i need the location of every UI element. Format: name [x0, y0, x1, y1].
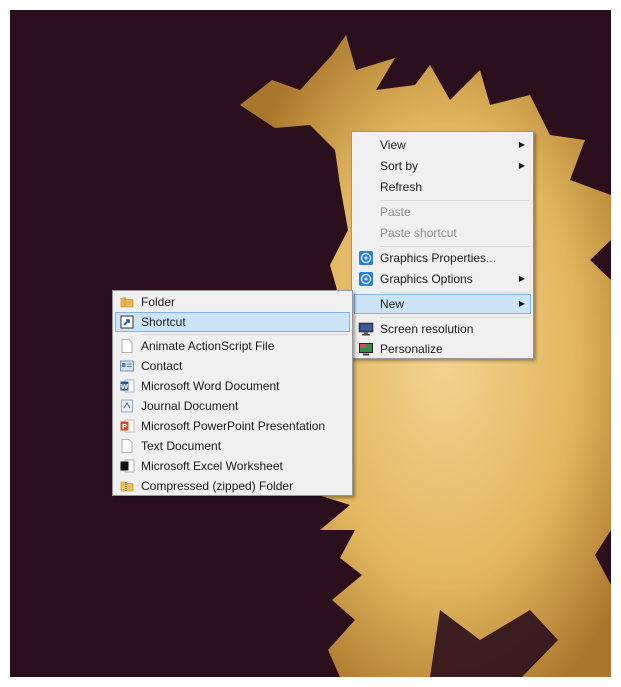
menu-item-label: Microsoft PowerPoint Presentation: [141, 419, 326, 433]
new-item-compressed-folder[interactable]: Compressed (zipped) Folder: [115, 476, 350, 496]
menu-item-personalize[interactable]: Personalize: [354, 339, 531, 359]
menu-item-label: Sort by: [380, 159, 419, 173]
menu-item-label: Contact: [141, 359, 183, 373]
new-item-journal-document[interactable]: Journal Document: [115, 396, 350, 416]
menu-item-label: Refresh: [380, 180, 423, 194]
desktop[interactable]: View ▶ Sort by ▶ Refresh Paste Paste sho…: [10, 10, 611, 677]
menu-separator: [380, 317, 529, 318]
powerpoint-icon: P: [120, 419, 135, 433]
menu-separator: [141, 334, 348, 335]
excel-icon: [120, 459, 135, 473]
folder-icon: [120, 297, 134, 308]
menu-item-label: Compressed (zipped) Folder: [141, 479, 294, 493]
menu-item-label: Screen resolution: [380, 322, 474, 336]
menu-item-graphics-options[interactable]: Graphics Options ▶: [354, 269, 531, 289]
intel-graphics-icon: [359, 272, 373, 286]
menu-item-label: Graphics Options: [380, 272, 473, 286]
submenu-arrow-icon: ▶: [518, 161, 525, 170]
submenu-arrow-icon: ▶: [518, 140, 525, 149]
monitor-icon: [358, 322, 374, 336]
menu-item-new[interactable]: New ▶: [354, 294, 531, 314]
desktop-context-menu: View ▶ Sort by ▶ Refresh Paste Paste sho…: [351, 131, 534, 359]
menu-item-label: Paste: [380, 205, 411, 219]
svg-text:W: W: [121, 383, 129, 391]
menu-item-label: Shortcut: [141, 315, 186, 329]
menu-item-paste[interactable]: Paste: [354, 202, 531, 222]
menu-item-label: Microsoft Excel Worksheet: [141, 459, 283, 473]
word-doc-icon: W: [120, 379, 135, 393]
menu-item-label: Paste shortcut: [380, 226, 457, 240]
menu-item-graphics-properties[interactable]: Graphics Properties...: [354, 248, 531, 268]
menu-separator: [380, 292, 529, 293]
menu-separator: [380, 200, 529, 201]
blank-file-icon: [121, 339, 133, 353]
new-item-animate-actionscript[interactable]: Animate ActionScript File: [115, 336, 350, 356]
submenu-arrow-icon: ▶: [518, 274, 525, 283]
new-item-folder[interactable]: Folder: [115, 292, 350, 312]
menu-item-screen-resolution[interactable]: Screen resolution: [354, 319, 531, 339]
menu-item-label: Graphics Properties...: [380, 251, 497, 265]
new-item-text-document[interactable]: Text Document: [115, 436, 350, 456]
menu-item-label: Journal Document: [141, 399, 239, 413]
menu-item-label: Text Document: [141, 439, 222, 453]
text-doc-icon: [121, 439, 133, 453]
menu-item-paste-shortcut[interactable]: Paste shortcut: [354, 223, 531, 243]
menu-item-label: Microsoft Word Document: [141, 379, 280, 393]
new-item-contact[interactable]: Contact: [115, 356, 350, 376]
submenu-arrow-icon: ▶: [518, 299, 525, 308]
contact-icon: [120, 360, 134, 372]
new-item-powerpoint[interactable]: P Microsoft PowerPoint Presentation: [115, 416, 350, 436]
intel-graphics-icon: [359, 251, 373, 265]
new-submenu: Folder Shortcut Animate ActionScript Fil…: [112, 290, 353, 496]
menu-item-label: New: [380, 297, 405, 311]
menu-item-label: View: [380, 138, 406, 152]
svg-text:P: P: [122, 423, 127, 431]
journal-icon: [121, 399, 133, 413]
zip-folder-icon: [120, 481, 134, 492]
menu-item-refresh[interactable]: Refresh: [354, 177, 531, 197]
menu-item-label: Folder: [141, 295, 176, 309]
new-item-shortcut[interactable]: Shortcut: [115, 312, 350, 332]
personalize-icon: [359, 343, 373, 356]
new-item-excel-worksheet[interactable]: Microsoft Excel Worksheet: [115, 456, 350, 476]
menu-item-label: Animate ActionScript File: [141, 339, 275, 353]
menu-item-label: Personalize: [380, 342, 443, 356]
shortcut-icon: [120, 315, 134, 329]
new-item-word-document[interactable]: W Microsoft Word Document: [115, 376, 350, 396]
menu-separator: [380, 246, 529, 247]
menu-item-sort-by[interactable]: Sort by ▶: [354, 156, 531, 176]
menu-item-view[interactable]: View ▶: [354, 135, 531, 155]
